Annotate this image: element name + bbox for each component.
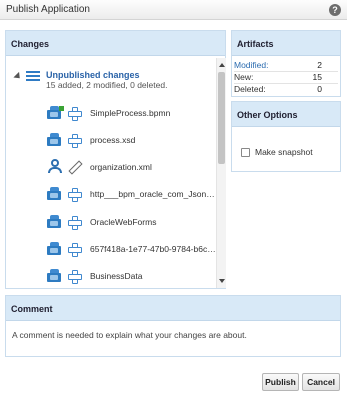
stat-value: 0 [317, 84, 322, 94]
tree-item-label: 657f418a-1e77-47b0-9784-b6cb... [90, 244, 215, 254]
stat-deleted: Deleted: 0 [234, 84, 338, 95]
stat-value: 2 [317, 60, 322, 70]
tree-item-label: process.xsd [90, 135, 136, 145]
tree-item-businessdata[interactable]: BusinessData [46, 268, 215, 284]
dialog-titlebar: Publish Application ? [0, 0, 347, 20]
artifacts-header: Artifacts [232, 31, 340, 56]
cancel-button[interactable]: Cancel [302, 373, 340, 391]
organization-icon [47, 159, 64, 174]
changes-tree: Unpublished changes 15 added, 2 modified… [6, 57, 215, 288]
changes-header: Changes [6, 31, 225, 56]
changes-summary: 15 added, 2 modified, 0 deleted. [46, 80, 168, 90]
stat-value: 15 [312, 72, 322, 82]
comment-header: Comment [6, 296, 340, 321]
unpublished-changes-title: Unpublished changes [46, 70, 140, 80]
edited-icon [68, 161, 80, 173]
artifact-icon [46, 215, 64, 229]
artifact-icon [46, 269, 64, 283]
tree-item-process-xsd[interactable]: process.xsd [46, 132, 215, 148]
comment-panel: Comment A comment is needed to explain w… [5, 295, 341, 357]
scroll-thumb[interactable] [218, 72, 225, 164]
scroll-up-icon[interactable] [219, 63, 225, 67]
stat-modified: Modified: 2 [234, 60, 338, 71]
modified-icon [68, 107, 82, 121]
tree-item-jsonb[interactable]: http___bpm_oracle_com_JsonB... [46, 186, 215, 202]
tree-item-label: SimpleProcess.bpmn [90, 108, 171, 118]
make-snapshot-checkbox[interactable] [241, 148, 250, 157]
changes-scrollbar[interactable] [216, 58, 226, 288]
artifacts-panel: Artifacts Modified: 2 New: 15 Deleted: 0 [231, 30, 341, 97]
other-options-header: Other Options [232, 102, 340, 127]
added-icon [68, 216, 82, 230]
added-icon [68, 243, 82, 257]
added-icon [68, 188, 82, 202]
stat-label: Modified: [234, 60, 269, 70]
publish-button[interactable]: Publish [262, 373, 299, 391]
tree-item-label: BusinessData [90, 271, 143, 281]
artifact-icon [46, 187, 64, 201]
tree-item-uuid[interactable]: 657f418a-1e77-47b0-9784-b6cb... [46, 241, 215, 257]
tree-item-organization[interactable]: organization.xml [46, 159, 215, 175]
comment-input[interactable]: A comment is needed to explain what your… [12, 330, 336, 344]
list-icon [26, 71, 40, 82]
help-icon[interactable]: ? [329, 4, 341, 16]
tree-item-oraclewebforms[interactable]: OracleWebForms [46, 214, 215, 230]
stat-label: Deleted: [234, 84, 266, 94]
tree-item-label: organization.xml [90, 162, 152, 172]
tree-item-label: http___bpm_oracle_com_JsonB... [90, 189, 215, 199]
tree-item-simpleprocess[interactable]: SimpleProcess.bpmn [46, 105, 215, 121]
expand-triangle-icon[interactable] [13, 71, 23, 82]
scroll-down-icon[interactable] [219, 279, 225, 283]
stat-label: New: [234, 72, 254, 82]
artifact-icon [46, 242, 64, 256]
other-options-panel: Other Options Make snapshot [231, 101, 341, 172]
make-snapshot-label[interactable]: Make snapshot [255, 147, 313, 157]
artifact-icon [46, 133, 64, 147]
added-icon [68, 134, 82, 148]
process-artifact-icon [46, 106, 64, 120]
tree-item-label: OracleWebForms [90, 217, 157, 227]
unpublished-changes-node[interactable]: Unpublished changes 15 added, 2 modified… [13, 69, 214, 90]
stat-new: New: 15 [234, 72, 338, 83]
dialog-title: Publish Application [6, 4, 90, 15]
changes-panel: Changes Unpublished changes 15 added, 2 … [5, 30, 226, 289]
added-icon [68, 270, 82, 284]
